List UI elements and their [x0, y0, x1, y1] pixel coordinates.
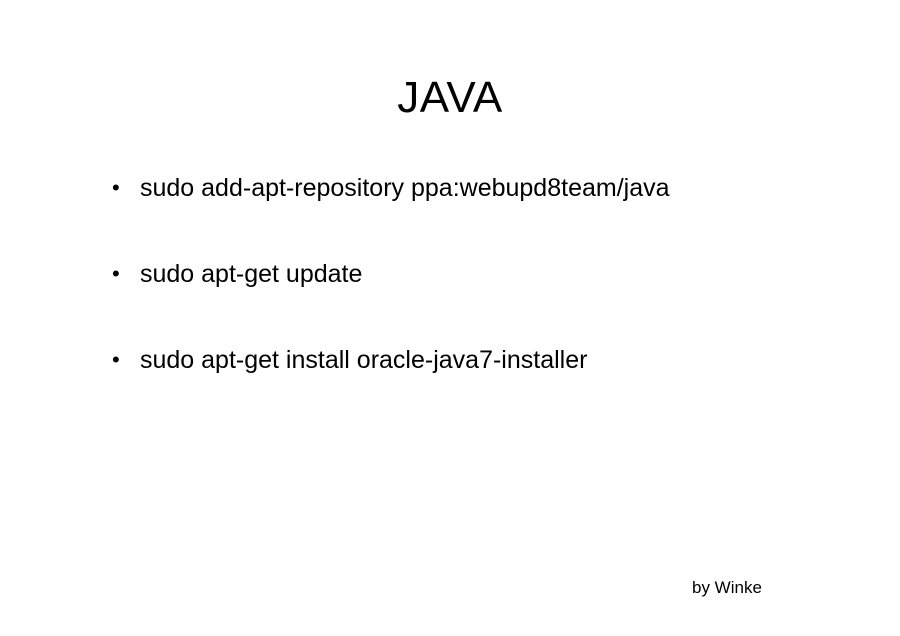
command-text: sudo apt-get update — [140, 260, 363, 288]
command-text: sudo add-apt-repository ppa:webupd8team/… — [140, 174, 670, 202]
command-list: • sudo add-apt-repository ppa:webupd8tea… — [112, 166, 670, 424]
list-item: • sudo add-apt-repository ppa:webupd8tea… — [112, 166, 670, 210]
bullet-icon: • — [112, 261, 120, 286]
bullet-icon: • — [112, 175, 120, 200]
bullet-icon: • — [112, 347, 120, 372]
list-item: • sudo apt-get install oracle-java7-inst… — [112, 338, 670, 382]
command-text: sudo apt-get install oracle-java7-instal… — [140, 346, 588, 374]
list-item: • sudo apt-get update — [112, 252, 670, 296]
slide: JAVA • sudo add-apt-repository ppa:webup… — [0, 0, 900, 636]
author-credit: by Winke — [692, 578, 762, 597]
slide-title: JAVA — [397, 73, 503, 122]
